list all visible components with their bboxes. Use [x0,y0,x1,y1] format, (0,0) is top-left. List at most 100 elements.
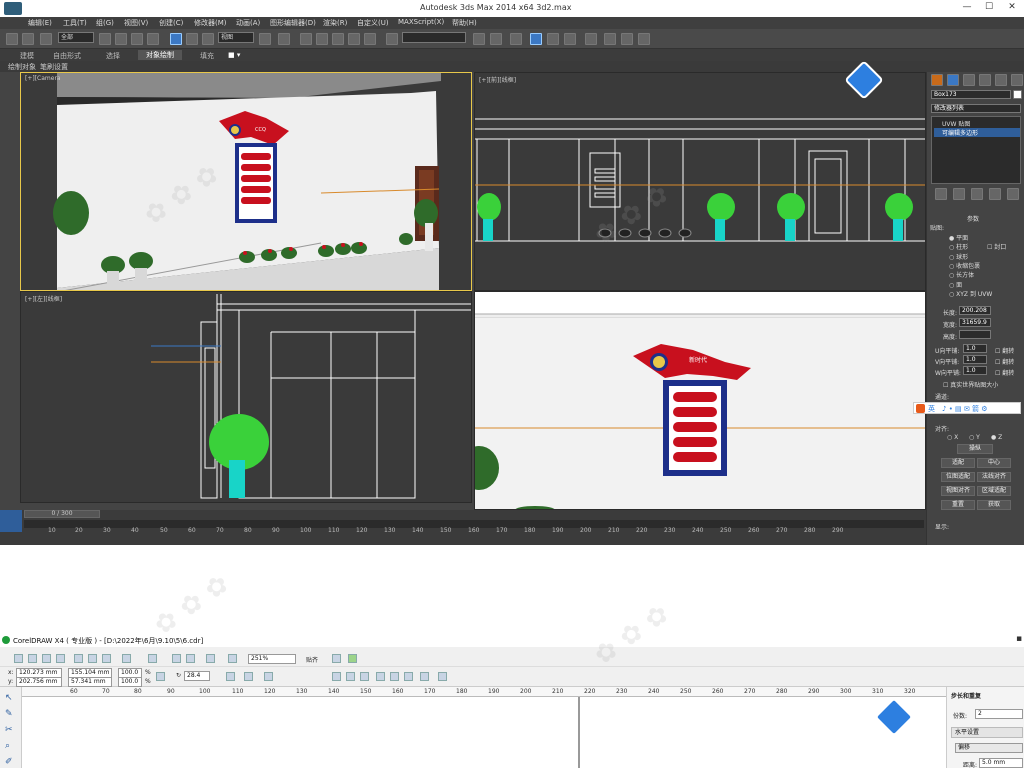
select-by-name-icon[interactable] [115,33,127,45]
mapping-planar[interactable]: ● 平面 [949,233,968,242]
remove-modifier-icon[interactable] [989,188,1001,200]
length-field[interactable]: 200.208 [959,306,991,315]
application-launcher-icon[interactable] [206,654,215,663]
select-object-icon[interactable] [99,33,111,45]
align-z-radio[interactable]: ● Z [991,434,1002,441]
percent-snap-icon[interactable] [348,33,360,45]
render-production-icon[interactable] [638,33,650,45]
menu-rendering[interactable]: 渲染(R) [323,18,347,28]
horizontal-settings-header[interactable]: 水平设置 [951,727,1023,738]
width-field[interactable]: 31659.9 [959,318,991,327]
fit-button[interactable]: 适配 [941,458,975,468]
scale-y-field[interactable]: 100.0 [118,677,142,687]
tab-object-paint[interactable]: 对象绘制 [138,50,182,60]
viewport-label-front[interactable]: [+][前][线框] [479,75,516,84]
open-icon[interactable] [28,654,37,663]
ime-tools-icon[interactable]: ♪ • ▤ ✉ 箭 ⚙ [942,404,987,414]
modify-tab-icon[interactable] [947,74,959,86]
material-editor-icon[interactable] [585,33,597,45]
select-manipulate-icon[interactable] [278,33,290,45]
height-field[interactable]: 57.341 mm [68,677,112,687]
v-tile-field[interactable]: 1.0 [963,355,987,364]
mapping-spherical[interactable]: ○ 球形 [949,252,968,261]
select-move-icon[interactable] [170,33,182,45]
object-color-swatch[interactable] [1013,90,1022,99]
ribbon-options-icon[interactable]: ■ ▾ [228,51,240,59]
back-minus-front-icon[interactable] [404,672,413,681]
close-icon[interactable]: ✕ [1005,2,1019,14]
menu-maxscript[interactable]: MAXScript(X) [398,18,444,26]
viewport-camera[interactable]: [+][Camera CCQ [20,72,472,291]
new-icon[interactable] [14,654,23,663]
region-fit-button[interactable]: 区域适配 [977,486,1011,496]
configure-sets-icon[interactable] [1007,188,1019,200]
options-icon[interactable] [332,654,341,663]
normal-align-button[interactable]: 法线对齐 [977,472,1011,482]
mirror-icon[interactable] [473,33,485,45]
minimize-icon[interactable]: — [960,2,974,14]
w-tile-field[interactable]: 1.0 [963,366,987,375]
show-end-result-icon[interactable] [953,188,965,200]
align-icon[interactable] [490,33,502,45]
edit-named-selection-icon[interactable] [386,33,398,45]
undo-icon[interactable] [122,654,131,663]
view-align-button[interactable]: 视图对齐 [941,486,975,496]
bitmap-fit-button[interactable]: 位图适配 [941,472,975,482]
welcome-screen-icon[interactable] [228,654,237,663]
center-button[interactable]: 中心 [977,458,1011,468]
viewport-label-left[interactable]: [+][左][线框] [25,294,62,303]
shape-tool-icon[interactable]: ✎ [5,709,13,719]
cut-icon[interactable] [74,654,83,663]
align-distribute-icon[interactable] [438,672,447,681]
menu-group[interactable]: 组(G) [96,18,114,28]
menu-edit[interactable]: 编辑(E) [28,18,52,28]
redo-icon[interactable] [148,654,157,663]
group-icon[interactable] [264,672,273,681]
simplify-icon[interactable] [376,672,385,681]
mapping-shrink-wrap[interactable]: ○ 收缩包裹 [949,261,980,270]
u-flip-checkbox[interactable]: ☐ 翻转 [995,346,1014,355]
hierarchy-tab-icon[interactable] [963,74,975,86]
copies-field[interactable]: 2 [975,709,1023,719]
display-tab-icon[interactable] [995,74,1007,86]
mapping-box[interactable]: ○ 长方体 [949,270,974,279]
zoom-tool-icon[interactable]: ⌕ [5,741,10,751]
spinner-snap-icon[interactable] [364,33,376,45]
tab-populate[interactable]: 填充 [200,51,214,61]
viewport-layout-icon[interactable] [0,510,22,532]
mapping-cylindrical[interactable]: ○ 柱形 [949,242,968,251]
tab-freeform[interactable]: 自由形式 [53,51,81,61]
unlink-icon[interactable] [22,33,34,45]
cap-checkbox[interactable]: ☐ 封口 [987,242,1006,251]
keyboard-shortcut-icon[interactable] [300,33,312,45]
create-tab-icon[interactable] [931,74,943,86]
paste-icon[interactable] [102,654,111,663]
viewport-left[interactable]: [+][左][线框] [20,291,472,503]
selection-filter-dropdown[interactable]: 全部 [58,32,94,43]
mirror-h-icon[interactable] [226,672,235,681]
curve-editor-icon[interactable] [547,33,559,45]
rect-selection-icon[interactable] [131,33,143,45]
align-x-radio[interactable]: ○ X [947,434,958,441]
tab-selection[interactable]: 选择 [106,51,120,61]
export-icon[interactable] [186,654,195,663]
menu-create[interactable]: 创建(C) [159,18,183,28]
tab-modeling[interactable]: 建模 [20,51,34,61]
print-icon[interactable] [56,654,65,663]
brush-settings-panel[interactable]: 笔刷设置 [40,62,68,72]
object-name-field[interactable]: Box173 [931,90,1011,99]
menu-views[interactable]: 视图(V) [124,18,148,28]
window-crossing-icon[interactable] [147,33,159,45]
viewport-perspective[interactable]: 新时代 [474,291,926,510]
real-world-checkbox[interactable]: ☐ 真实世界贴图大小 [943,380,998,389]
stack-item-edit-poly[interactable]: 可编辑多边形 [934,128,1020,137]
intersect-icon[interactable] [360,672,369,681]
reference-coordinate-dropdown[interactable]: 视图 [218,32,254,43]
launch-icon[interactable] [348,654,357,663]
trim-icon[interactable] [346,672,355,681]
distance-field[interactable]: 5.0 mm [979,758,1023,768]
menu-customize[interactable]: 自定义(U) [357,18,389,28]
ime-mode-label[interactable]: 英 [928,404,935,414]
rotation-angle-field[interactable]: 28.4 [184,671,210,681]
max-logo-icon[interactable] [4,2,22,15]
